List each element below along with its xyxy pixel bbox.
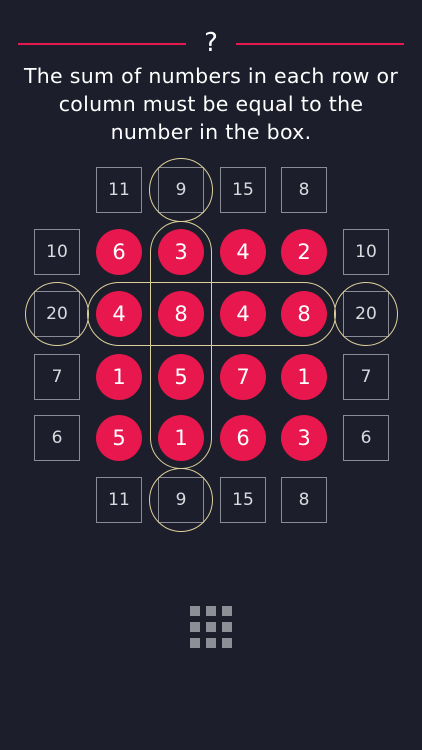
row-sum-right: 10	[343, 229, 389, 275]
grid-menu-icon[interactable]	[190, 606, 232, 648]
number-cell[interactable]: 3	[281, 415, 327, 461]
column-sum-top: 15	[220, 167, 266, 213]
number-cell[interactable]: 8	[281, 291, 327, 337]
instructions-line: number in the box.	[110, 120, 312, 144]
help-button[interactable]: ?	[196, 27, 226, 59]
number-cell[interactable]: 2	[281, 229, 327, 275]
header-divider-right	[236, 43, 404, 45]
column-sum-bottom: 9	[158, 477, 204, 523]
number-cell[interactable]: 4	[220, 229, 266, 275]
number-cell[interactable]: 3	[158, 229, 204, 275]
row-sum-left: 7	[34, 354, 80, 400]
number-cell[interactable]: 1	[158, 415, 204, 461]
row-sum-left: 6	[34, 415, 80, 461]
column-sum-top: 11	[96, 167, 142, 213]
number-cell[interactable]: 6	[96, 229, 142, 275]
column-sum-top: 9	[158, 167, 204, 213]
column-sum-bottom: 8	[281, 477, 327, 523]
number-cell[interactable]: 5	[96, 415, 142, 461]
number-cell[interactable]: 7	[220, 354, 266, 400]
row-sum-left: 10	[34, 229, 80, 275]
number-cell[interactable]: 1	[281, 354, 327, 400]
number-cell[interactable]: 5	[158, 354, 204, 400]
instructions-text: The sum of numbers in each row or column…	[6, 62, 416, 146]
number-cell[interactable]: 4	[96, 291, 142, 337]
column-sum-bottom: 15	[220, 477, 266, 523]
number-cell[interactable]: 1	[96, 354, 142, 400]
row-sum-right: 20	[343, 291, 389, 337]
row-sum-right: 6	[343, 415, 389, 461]
row-sum-right: 7	[343, 354, 389, 400]
number-cell[interactable]: 4	[220, 291, 266, 337]
instructions-line: column must be equal to the	[58, 92, 364, 116]
header-divider-left	[18, 43, 186, 45]
number-cell[interactable]: 6	[220, 415, 266, 461]
row-sum-left: 20	[34, 291, 80, 337]
number-cell[interactable]: 8	[158, 291, 204, 337]
column-sum-bottom: 11	[96, 477, 142, 523]
column-sum-top: 8	[281, 167, 327, 213]
instructions-line: The sum of numbers in each row or	[23, 64, 399, 88]
